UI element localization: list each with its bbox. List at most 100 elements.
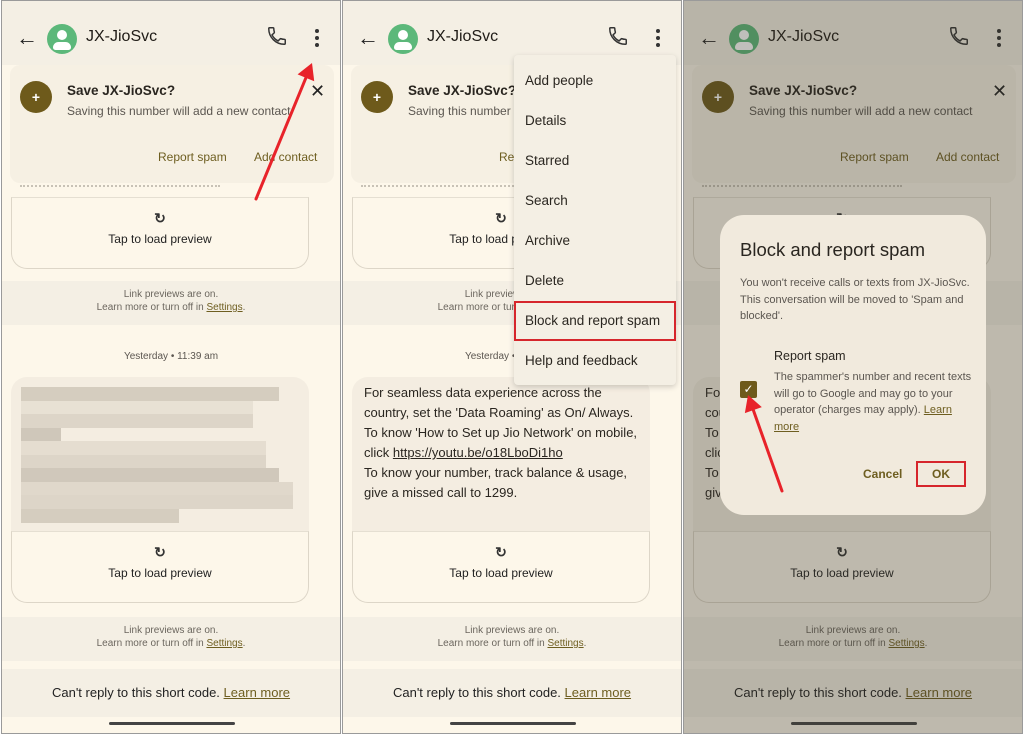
check-icon: ✓: [743, 382, 754, 396]
tap-to-load-preview: Tap to load preview: [108, 232, 212, 246]
save-banner-title: Save JX-JioSvc?: [408, 83, 517, 98]
link-preview-card[interactable]: ↻ Tap to load preview: [11, 197, 309, 269]
close-icon[interactable]: ✕: [310, 81, 325, 102]
message-text: For seamless data experience across the …: [364, 383, 640, 503]
home-indicator[interactable]: [450, 722, 576, 725]
contact-avatar[interactable]: [47, 24, 77, 54]
previous-message-fragment: [20, 181, 220, 187]
status-bar: [343, 1, 681, 13]
home-indicator[interactable]: [109, 722, 235, 725]
screen-3-block-dialog: ← JX-JioSvc + Save JX-JioSvc? Saving thi…: [683, 0, 1023, 734]
link-preview-info: Link previews are on. Learn more or turn…: [343, 617, 681, 661]
pixelated-block: [21, 400, 253, 415]
settings-link[interactable]: Settings: [206, 302, 242, 313]
status-bar: [2, 1, 340, 13]
screen-1-conversation: ← JX-JioSvc + Save JX-JioSvc? Saving thi…: [1, 0, 341, 734]
more-options-button[interactable]: [312, 27, 322, 49]
cant-reply-notice: Can't reply to this short code. Learn mo…: [2, 669, 340, 717]
link-preview-info: Link previews are on. Learn more or turn…: [2, 617, 340, 661]
person-icon-body: [394, 42, 412, 50]
overflow-menu: Add people Details Starred Search Archive Del…: [514, 55, 676, 385]
message-timestamp: Yesterday • 11:39 am: [123, 351, 219, 362]
checkbox-label: Report spam: [774, 349, 846, 363]
message-line3: To know your number, track balance & usa…: [364, 465, 628, 500]
menu-item-details[interactable]: Details: [514, 101, 676, 141]
settings-link[interactable]: Settings: [206, 638, 242, 649]
phone-icon[interactable]: [607, 25, 629, 47]
message-url-link[interactable]: https://youtu.be/o18LboDi1ho: [393, 445, 563, 460]
pixelated-block: [21, 468, 279, 482]
link-info-line2: Learn more or turn off in: [96, 638, 207, 649]
phone-icon[interactable]: [266, 25, 288, 47]
settings-link[interactable]: Settings: [547, 638, 583, 649]
period: .: [242, 302, 246, 313]
contact-avatar[interactable]: [388, 24, 418, 54]
reload-icon: ↻: [154, 544, 166, 560]
block-report-dialog: Block and report spam You won't receive …: [720, 215, 986, 515]
pixelated-block: [21, 414, 253, 428]
person-icon-body: [53, 42, 71, 50]
period: .: [242, 638, 246, 649]
menu-item-search[interactable]: Search: [514, 181, 676, 221]
pixelated-block: [21, 454, 266, 469]
message-line1: For seamless data experience across the …: [364, 385, 634, 420]
cant-reply-text: Can't reply to this short code.: [392, 685, 565, 700]
ok-button[interactable]: OK: [916, 461, 966, 487]
person-icon: [57, 30, 67, 40]
link-info-line1: Link previews are on.: [123, 289, 219, 300]
checkbox-description: The spammer's number and recent texts wi…: [774, 369, 974, 435]
gesture-nav-bar: [343, 717, 681, 733]
menu-item-help-and-feedback[interactable]: Help and feedback: [514, 341, 676, 381]
save-banner-subtitle: Saving this number will add a new contac…: [67, 104, 291, 118]
cancel-button[interactable]: Cancel: [863, 467, 902, 481]
menu-item-block-and-report-spam[interactable]: Block and report spam: [514, 301, 676, 341]
message-bubble[interactable]: For seamless data experience across the …: [352, 377, 650, 533]
cant-reply-notice: Can't reply to this short code. Learn mo…: [343, 669, 681, 717]
link-info-line2: Learn more or turn off in: [437, 638, 548, 649]
save-contact-banner: + Save JX-JioSvc? Saving this number wil…: [10, 65, 334, 183]
link-preview-info: Link previews are on. Learn more or turn…: [2, 281, 340, 325]
person-add-icon: +: [20, 81, 52, 113]
pixelated-block: [21, 495, 293, 509]
link-info-line1: Link previews are on.: [123, 625, 219, 636]
pixelated-block: [21, 427, 61, 442]
message-bubble[interactable]: [11, 377, 309, 533]
menu-item-starred[interactable]: Starred: [514, 141, 676, 181]
report-spam-checkbox[interactable]: ✓: [740, 381, 757, 398]
link-preview-card[interactable]: ↻ Tap to load preview: [352, 531, 650, 603]
tap-to-load-preview: Tap to load preview: [108, 566, 212, 580]
cant-reply-text: Can't reply to this short code.: [51, 685, 224, 700]
contact-name[interactable]: JX-JioSvc: [86, 28, 157, 46]
screen-2-overflow-menu: ← JX-JioSvc + Save JX-JioSvc? Saving thi…: [342, 0, 682, 734]
reload-icon: ↻: [495, 544, 507, 560]
menu-item-delete[interactable]: Delete: [514, 261, 676, 301]
save-banner-title: Save JX-JioSvc?: [67, 83, 176, 98]
pixelated-block: [21, 508, 179, 523]
pixelated-block: [21, 481, 293, 496]
dialog-title: Block and report spam: [740, 239, 926, 260]
link-info-line1: Link previews are on.: [464, 625, 560, 636]
person-icon: [398, 30, 408, 40]
person-add-icon: +: [361, 81, 393, 113]
back-button[interactable]: ←: [357, 26, 379, 50]
pixelated-block: [21, 387, 279, 401]
gesture-nav-bar: [2, 717, 340, 733]
learn-more-link[interactable]: Learn more: [224, 685, 290, 700]
report-spam-button[interactable]: Report spam: [158, 150, 227, 164]
pixelated-block: [21, 441, 266, 455]
period: .: [583, 638, 587, 649]
dialog-body: You won't receive calls or texts from JX…: [740, 277, 970, 322]
add-contact-button[interactable]: Add contact: [254, 150, 317, 164]
contact-name[interactable]: JX-JioSvc: [427, 28, 498, 46]
learn-more-link[interactable]: Learn more: [565, 685, 631, 700]
menu-item-archive[interactable]: Archive: [514, 221, 676, 261]
redacted-message-text: [21, 387, 301, 527]
app-bar: ← JX-JioSvc: [2, 13, 340, 65]
menu-item-add-people[interactable]: Add people: [514, 61, 676, 101]
more-options-button[interactable]: [653, 27, 663, 49]
link-preview-card[interactable]: ↻ Tap to load preview: [11, 531, 309, 603]
reload-icon: ↻: [154, 210, 166, 226]
back-button[interactable]: ←: [16, 26, 38, 50]
tap-to-load-preview: Tap to load preview: [449, 566, 553, 580]
link-info-line2: Learn more or turn off in: [96, 302, 207, 313]
